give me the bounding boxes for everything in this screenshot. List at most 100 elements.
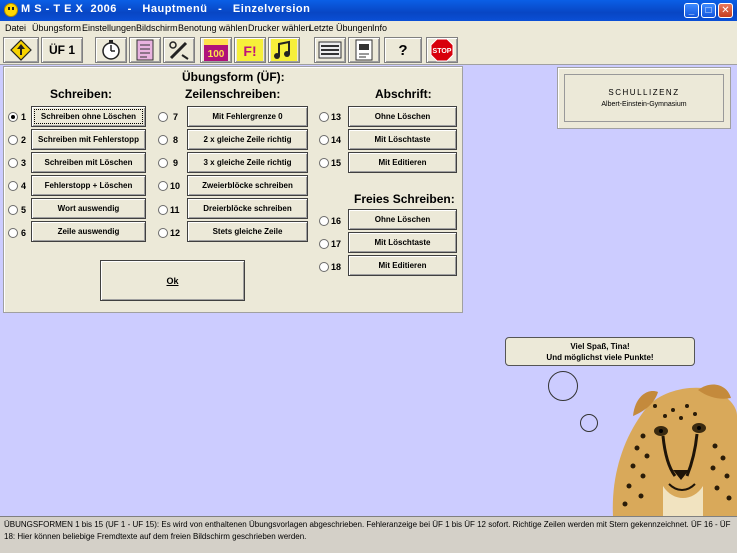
heading-zeilenschreiben: Zeilenschreiben:	[185, 87, 281, 101]
radio-option-18[interactable]	[319, 262, 329, 272]
close-button[interactable]: ✕	[718, 3, 733, 18]
license-title: SCHULLIZENZ	[608, 88, 680, 97]
option-button-17[interactable]: Mit Löschtaste	[348, 232, 457, 253]
title-bar: M S - T E X 2006 - Hauptmenü - Einzelver…	[0, 0, 737, 21]
license-school: Albert-Einstein-Gymnasium	[601, 101, 687, 108]
stopwatch-button[interactable]	[95, 37, 127, 63]
radio-option-12[interactable]	[158, 228, 168, 238]
page-button[interactable]	[348, 37, 380, 63]
radio-option-11[interactable]	[158, 205, 168, 215]
option-number: 8	[173, 135, 179, 145]
heading-freies-schreiben: Freies Schreiben:	[354, 192, 455, 206]
option-button-9[interactable]: 3 x gleiche Zeile richtig	[187, 152, 308, 173]
stop-sign-icon: STOP	[430, 38, 454, 62]
radio-option-5[interactable]	[8, 205, 18, 215]
music-icon	[271, 39, 297, 61]
heading-schreiben: Schreiben:	[50, 87, 113, 101]
checklist-button[interactable]	[129, 37, 161, 63]
menu-drucker[interactable]: Drucker wählen	[248, 23, 311, 33]
thought-dot-small	[580, 414, 598, 432]
menu-letzte-uebungen[interactable]: Letzte Übungen	[309, 23, 373, 33]
stopwatch-icon	[102, 40, 120, 60]
score-100-label: 100	[208, 49, 225, 60]
radio-option-7[interactable]	[158, 112, 168, 122]
menu-bildschirm[interactable]: Bildschirm	[136, 23, 178, 33]
radio-option-15[interactable]	[319, 158, 329, 168]
heading-abschrift: Abschrift:	[375, 87, 432, 101]
option-button-10[interactable]: Zweierblöcke schreiben	[187, 175, 308, 196]
score-100-button[interactable]: 100	[200, 37, 232, 63]
menu-datei[interactable]: Datei	[5, 23, 26, 33]
option-number: 13	[331, 112, 342, 122]
bubble-line-1: Viel Spaß, Tina!	[570, 342, 630, 351]
menu-info[interactable]: Info	[372, 23, 387, 33]
option-number: 5	[21, 205, 27, 215]
option-number: 17	[331, 239, 342, 249]
option-number: 10	[170, 181, 181, 191]
radio-option-14[interactable]	[319, 135, 329, 145]
toolbar: ÜF 1 100 F! ? STOP	[0, 35, 737, 65]
option-number: 3	[21, 158, 27, 168]
radio-option-1[interactable]	[8, 112, 18, 122]
thought-dot-large	[548, 371, 578, 401]
minimize-button[interactable]: _	[684, 3, 699, 18]
option-button-4[interactable]: Fehlerstopp + Löschen	[31, 175, 146, 196]
option-number: 18	[331, 262, 342, 272]
radio-option-6[interactable]	[8, 228, 18, 238]
option-button-5[interactable]: Wort auswendig	[31, 198, 146, 219]
option-number: 7	[173, 112, 179, 122]
option-number: 15	[331, 158, 342, 168]
up-arrow-sign-button[interactable]	[3, 37, 39, 63]
menu-benotung[interactable]: Benotung wählen	[178, 23, 248, 33]
stop-button[interactable]: STOP	[426, 37, 458, 63]
option-button-18[interactable]: Mit Editieren	[348, 255, 457, 276]
menu-bar: Datei Übungsform Einstellungen Bildschir…	[0, 21, 737, 35]
radio-option-3[interactable]	[8, 158, 18, 168]
page-icon	[355, 39, 373, 61]
option-number: 1	[21, 112, 27, 122]
radio-option-4[interactable]	[8, 181, 18, 191]
menu-einstellungen[interactable]: Einstellungen	[82, 23, 136, 33]
ok-button[interactable]: Ok	[100, 260, 245, 301]
window-title: M S - T E X 2006 - Hauptmenü - Einzelver…	[21, 3, 311, 15]
option-button-11[interactable]: Dreierblöcke schreiben	[187, 198, 308, 219]
radio-option-9[interactable]	[158, 158, 168, 168]
option-button-8[interactable]: 2 x gleiche Zeile richtig	[187, 129, 308, 150]
option-number: 4	[21, 181, 27, 191]
maximize-button[interactable]: □	[701, 3, 716, 18]
option-number: 6	[21, 228, 27, 238]
menu-uebungsform[interactable]: Übungsform	[32, 23, 81, 33]
license-box: SCHULLIZENZ Albert-Einstein-Gymnasium	[557, 67, 731, 129]
fail-alert-label: F!	[243, 43, 256, 59]
option-button-14[interactable]: Mit Löschtaste	[348, 129, 457, 150]
option-number: 12	[170, 228, 181, 238]
radio-option-13[interactable]	[319, 112, 329, 122]
radio-option-17[interactable]	[319, 239, 329, 249]
option-number: 2	[21, 135, 27, 145]
fail-alert-button[interactable]: F!	[234, 37, 266, 63]
option-number: 16	[331, 216, 342, 226]
app-smiley-icon[interactable]	[4, 3, 18, 17]
music-button[interactable]	[268, 37, 300, 63]
up-arrow-sign-icon	[10, 39, 32, 61]
radio-option-2[interactable]	[8, 135, 18, 145]
radio-option-16[interactable]	[319, 216, 329, 226]
option-button-13[interactable]: Ohne Löschen	[348, 106, 457, 127]
radio-option-8[interactable]	[158, 135, 168, 145]
pen-tool-button[interactable]	[163, 37, 195, 63]
radio-option-10[interactable]	[158, 181, 168, 191]
option-button-15[interactable]: Mit Editieren	[348, 152, 457, 173]
option-button-16[interactable]: Ohne Löschen	[348, 209, 457, 230]
option-button-12[interactable]: Stets gleiche Zeile	[187, 221, 308, 242]
option-button-2[interactable]: Schreiben mit Fehlerstopp	[31, 129, 146, 150]
pen-tool-icon	[169, 41, 189, 60]
option-button-7[interactable]: Mit Fehlergrenze 0	[187, 106, 308, 127]
option-button-1[interactable]: Schreiben ohne Löschen	[31, 106, 146, 127]
uf1-button[interactable]: ÜF 1	[41, 37, 83, 63]
option-button-6[interactable]: Zeile auswendig	[31, 221, 146, 242]
option-button-3[interactable]: Schreiben mit Löschen	[31, 152, 146, 173]
keyboard-display-button[interactable]	[314, 37, 346, 63]
option-number: 9	[173, 158, 179, 168]
help-button[interactable]: ?	[384, 37, 422, 63]
status-bar: ÜBUNGSFORMEN 1 bis 15 (UF 1 - UF 15): Es…	[0, 516, 737, 553]
